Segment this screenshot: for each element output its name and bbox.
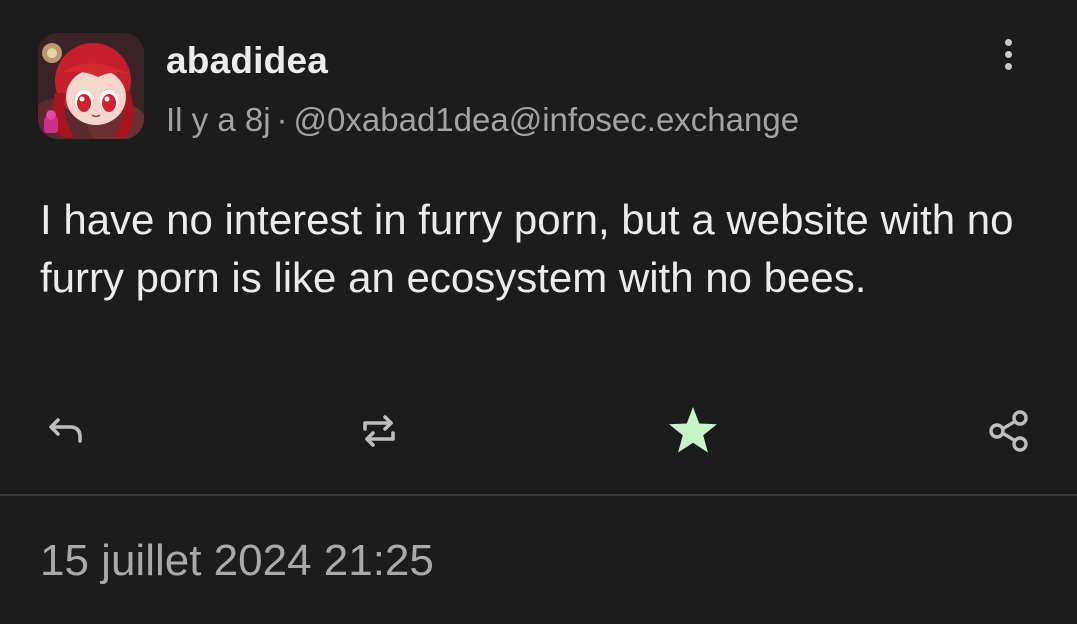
reply-icon — [49, 418, 82, 443]
post-content: I have no interest in furry porn, but a … — [40, 196, 1014, 301]
share-icon — [989, 410, 1028, 452]
divider — [0, 494, 1077, 496]
display-name[interactable]: abadidea — [166, 40, 328, 82]
star-icon — [669, 407, 717, 453]
boost-icon — [363, 415, 395, 447]
post-timestamp: 15 juillet 2024 21:25 — [40, 536, 434, 585]
more-vertical-icon-dot — [1004, 50, 1012, 58]
more-options-button[interactable] — [988, 30, 1028, 78]
more-vertical-icon-dot — [1004, 62, 1012, 70]
more-vertical-icon — [1004, 38, 1012, 46]
post-card: abadidea Il y a 8j · @0xabad1dea@infosec.e… — [0, 0, 1077, 624]
boost-button[interactable] — [351, 403, 407, 459]
account-handle[interactable]: @0xabad1dea@infosec.exchange — [294, 101, 800, 138]
avatar[interactable] — [38, 33, 144, 139]
favourite-button[interactable] — [665, 403, 721, 459]
relative-time[interactable]: Il y a 8j — [166, 101, 271, 138]
avatar-image — [38, 33, 144, 139]
post-meta: Il y a 8j · @0xabad1dea@infosec.exchange — [166, 101, 799, 139]
reply-button[interactable] — [38, 403, 94, 459]
share-button[interactable] — [981, 403, 1037, 459]
meta-separator: · — [276, 101, 288, 138]
